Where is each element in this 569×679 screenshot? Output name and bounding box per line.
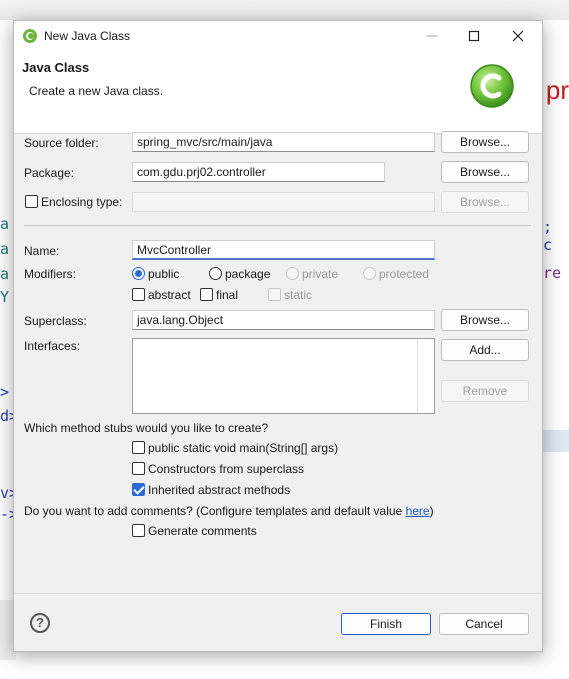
main-method-label: public static void main(String[] args): [148, 441, 339, 455]
constructors-label: Constructors from superclass: [148, 462, 305, 476]
comments-question: Do you want to add comments? (Configure …: [24, 504, 434, 518]
background-line-highlight: [539, 430, 569, 452]
background-code-fragment: re: [543, 264, 562, 282]
close-icon: [512, 30, 524, 42]
final-checkbox[interactable]: [200, 288, 213, 301]
name-field[interactable]: MvcController: [132, 240, 435, 260]
superclass-browse-button[interactable]: Browse...: [441, 309, 529, 331]
enclosing-type-browse-button[interactable]: Browse...: [441, 191, 529, 213]
public-radio[interactable]: [132, 267, 145, 280]
comments-question-suffix: ): [429, 504, 434, 518]
maximize-icon: [468, 30, 480, 42]
enclosing-type-label: Enclosing type:: [41, 195, 123, 209]
interfaces-list-divider: [417, 339, 418, 413]
add-interface-button[interactable]: Add...: [441, 339, 529, 361]
finish-button[interactable]: Finish: [341, 613, 431, 635]
minimize-button[interactable]: [410, 21, 454, 51]
interfaces-label: Interfaces:: [24, 339, 81, 353]
protected-radio[interactable]: [363, 267, 376, 280]
source-folder-browse-button[interactable]: Browse...: [441, 131, 529, 153]
protected-radio-label: protected: [379, 267, 430, 281]
inherited-methods-label: Inherited abstract methods: [148, 483, 291, 497]
static-checkbox[interactable]: [268, 288, 281, 301]
background-toolbar: [0, 0, 569, 20]
wizard-title: Java Class: [22, 60, 90, 75]
background-code-fragment: a: [0, 240, 10, 258]
new-java-class-dialog: New Java Class Java Class Create a new J…: [13, 20, 543, 652]
final-checkbox-label: final: [216, 288, 239, 302]
background-code-fragment: Y: [0, 288, 10, 306]
window-title: New Java Class: [44, 29, 131, 43]
superclass-field[interactable]: java.lang.Object: [132, 310, 435, 330]
generate-comments-label: Generate comments: [148, 524, 257, 538]
inherited-methods-checkbox[interactable]: [132, 483, 145, 496]
comments-question-text: Do you want to add comments? (Configure …: [24, 504, 406, 518]
source-folder-label: Source folder:: [24, 136, 99, 150]
abstract-checkbox[interactable]: [132, 288, 145, 301]
name-label: Name:: [24, 244, 60, 258]
new-class-wizard-icon: [470, 64, 514, 108]
main-method-checkbox[interactable]: [132, 441, 145, 454]
private-radio-label: private: [302, 267, 339, 281]
help-icon[interactable]: ?: [30, 613, 50, 633]
abstract-checkbox-label: abstract: [148, 288, 191, 302]
background-text-fragment: pr: [545, 75, 569, 105]
package-label: Package:: [24, 166, 75, 180]
package-radio-label: package: [225, 267, 271, 281]
cancel-button[interactable]: Cancel: [439, 613, 529, 635]
maximize-button[interactable]: [452, 21, 496, 51]
package-browse-button[interactable]: Browse...: [441, 161, 529, 183]
enclosing-type-field[interactable]: [132, 192, 435, 212]
private-radio[interactable]: [286, 267, 299, 280]
method-stubs-question: Which method stubs would you like to cre…: [24, 421, 269, 435]
configure-templates-link[interactable]: here: [406, 504, 430, 518]
public-radio-label: public: [148, 267, 180, 281]
footer-separator: [14, 593, 542, 594]
package-field[interactable]: com.gdu.prj02.controller: [132, 162, 385, 182]
wizard-header: Java Class Create a new Java class.: [14, 51, 542, 134]
background-code-fragment: ; c: [543, 218, 553, 254]
eclipse-spring-icon: [23, 29, 37, 43]
constructors-checkbox[interactable]: [132, 462, 145, 475]
separator: [24, 225, 531, 226]
wizard-description: Create a new Java class.: [29, 84, 164, 98]
package-radio[interactable]: [209, 267, 222, 280]
superclass-label: Superclass:: [24, 314, 87, 328]
enclosing-type-checkbox[interactable]: [25, 195, 38, 208]
close-button[interactable]: [496, 21, 540, 51]
interfaces-list[interactable]: [132, 338, 435, 414]
source-folder-field[interactable]: spring_mvc/src/main/java: [132, 132, 435, 152]
background-code-fragment: >: [0, 383, 10, 401]
minimize-icon: [427, 35, 437, 37]
background-code-fragment: a: [0, 215, 10, 233]
generate-comments-checkbox[interactable]: [132, 524, 145, 537]
title-bar: New Java Class: [14, 21, 542, 51]
background-code-fragment: a: [0, 265, 10, 283]
remove-interface-button[interactable]: Remove: [441, 380, 529, 402]
static-checkbox-label: static: [284, 288, 313, 302]
modifiers-label: Modifiers:: [24, 267, 77, 281]
